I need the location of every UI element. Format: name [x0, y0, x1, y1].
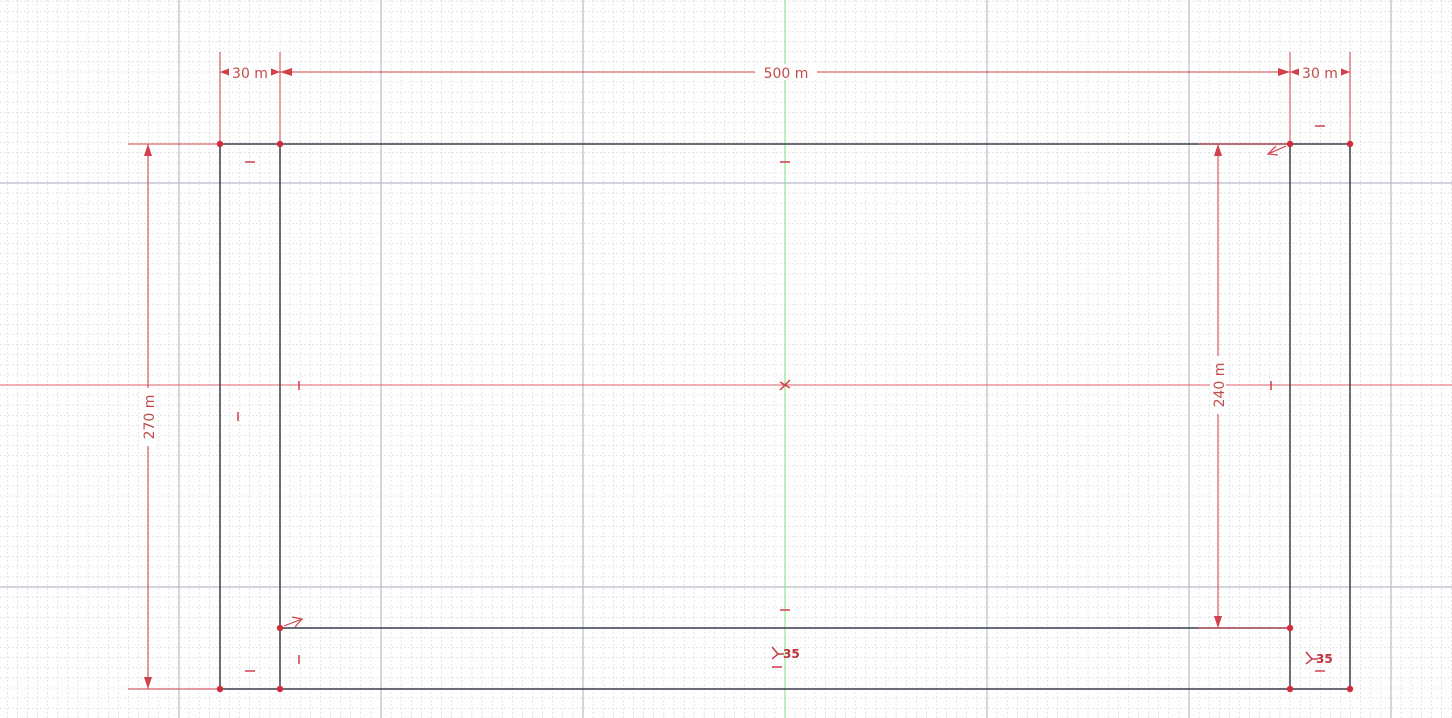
sketch-vertex[interactable] — [216, 140, 224, 148]
dimension-top-right-label[interactable]: 30 m — [1302, 66, 1338, 82]
dimension-left-height-label[interactable]: 270 m — [142, 395, 158, 440]
sketch-vertex[interactable] — [1286, 624, 1294, 632]
sketch-vertex[interactable] — [1286, 140, 1294, 148]
sketch-vertex[interactable] — [1346, 140, 1354, 148]
dimension-top-center-label[interactable]: 500 m — [764, 66, 809, 82]
dimension-right-height-label[interactable]: 240 m — [1212, 363, 1228, 408]
minor-grid — [0, 0, 1452, 718]
angle-arrow-top-right-icon[interactable] — [1266, 145, 1287, 156]
sketch-vertex[interactable] — [216, 685, 224, 693]
sketch-canvas[interactable]: 30 m 500 m 30 m 270 m 240 m 35 35 — [0, 0, 1452, 718]
angle-constraint-bottom-center[interactable]: 35 — [771, 646, 800, 661]
angle-constraint-bottom-right[interactable]: 35 — [1305, 651, 1333, 666]
sketch-svg[interactable]: 30 m 500 m 30 m 270 m 240 m 35 35 — [0, 0, 1452, 718]
sketch-vertex[interactable] — [276, 140, 284, 148]
sketch-vertex[interactable] — [1346, 685, 1354, 693]
angle-constraint-bottom-center-label: 35 — [783, 647, 800, 661]
dimension-top-right[interactable]: 30 m — [1290, 64, 1350, 82]
angle-constraint-bottom-right-label: 35 — [1316, 652, 1333, 666]
major-grid — [0, 0, 1452, 718]
sketch-vertex[interactable] — [276, 685, 284, 693]
dimension-right-height[interactable]: 240 m — [1198, 143, 1290, 629]
dimension-top-left[interactable]: 30 m — [220, 64, 280, 82]
dimension-top-left-label[interactable]: 30 m — [232, 66, 268, 82]
sketch-vertex[interactable] — [1286, 685, 1294, 693]
angle-arrow-bottom-left-icon[interactable] — [283, 616, 304, 628]
sketch-vertex[interactable] — [276, 624, 284, 632]
